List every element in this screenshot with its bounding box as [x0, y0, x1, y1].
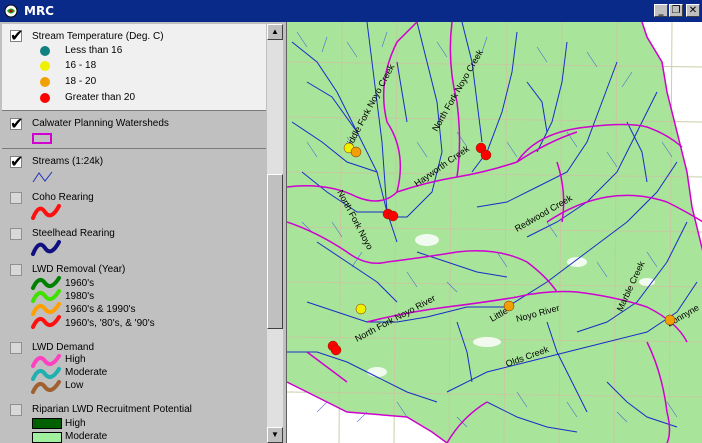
legend-class-label: Greater than 20 — [65, 92, 136, 103]
layer-name: Stream Temperature (Deg. C) — [32, 31, 164, 42]
layer-visibility-checkbox[interactable] — [10, 114, 23, 133]
legend-class-label: High — [65, 354, 86, 365]
layer-visibility-checkbox[interactable] — [10, 404, 22, 416]
legend-class-label: Moderate — [65, 367, 108, 378]
layer-visibility-checkbox[interactable] — [10, 26, 23, 45]
legend-class-label: Moderate — [65, 431, 108, 442]
layer-steelhead-rearing[interactable]: Steelhead Rearing — [2, 222, 266, 258]
table-of-contents-panel: Stream Temperature (Deg. C) Less than 16… — [2, 24, 266, 443]
scroll-up-button[interactable]: ▲ — [267, 24, 283, 40]
fill-symbol — [32, 418, 62, 429]
line-symbol — [32, 171, 53, 183]
legend-scrollbar[interactable]: ▲ ▼ — [267, 24, 283, 443]
layer-name: LWD Demand — [32, 342, 95, 353]
app-window: MRC _ ❐ ✕ Stream Temperature (Deg. C) Le… — [0, 0, 702, 443]
layer-stream-temperature[interactable]: Stream Temperature (Deg. C) Less than 16… — [2, 24, 266, 110]
temp-symbol-dot — [40, 61, 50, 71]
layer-name: LWD Removal (Year) — [32, 264, 126, 275]
temp-point[interactable] — [664, 314, 676, 326]
minimize-button[interactable]: _ — [654, 4, 668, 17]
line-symbol — [31, 204, 61, 220]
map-view[interactable]: Middle Fork Noyo Creek North Fork Noyo C… — [286, 22, 702, 443]
layer-name: Coho Rearing — [32, 192, 94, 203]
legend-class-label: 1960's, '80's, & '90's — [65, 318, 155, 329]
line-symbol — [31, 315, 61, 329]
divider — [2, 148, 266, 149]
layer-lwd-demand[interactable]: LWD Demand High Moderate Low — [2, 336, 266, 400]
legend-class-label: 1980's — [65, 291, 95, 302]
layer-visibility-checkbox[interactable] — [10, 342, 22, 354]
line-symbol — [31, 380, 61, 394]
map-app-icon — [4, 4, 18, 18]
legend-class-label: 18 - 20 — [65, 76, 97, 87]
close-button[interactable]: ✕ — [686, 4, 700, 17]
temp-point[interactable] — [355, 303, 367, 315]
scroll-thumb[interactable] — [267, 174, 283, 329]
layer-visibility-checkbox[interactable] — [10, 228, 22, 240]
layer-streams[interactable]: Streams (1:24k) — [2, 150, 266, 186]
layer-visibility-checkbox[interactable] — [10, 192, 22, 204]
legend-class-label: Less than 16 — [65, 45, 123, 56]
legend-class-label: Low — [65, 380, 84, 391]
temp-symbol-dot — [40, 93, 50, 103]
scroll-down-button[interactable]: ▼ — [267, 427, 283, 443]
fill-symbol — [32, 432, 62, 443]
layer-lwd-removal[interactable]: LWD Removal (Year) 1960's 1980's 1960's … — [2, 258, 266, 334]
temp-symbol-dot — [40, 77, 50, 87]
layer-name: Steelhead Rearing — [32, 228, 115, 239]
layer-visibility-checkbox[interactable] — [10, 264, 22, 276]
divider — [2, 110, 266, 111]
temp-point[interactable] — [480, 149, 492, 161]
legend-class-label: 1960's — [65, 278, 95, 289]
layer-coho-rearing[interactable]: Coho Rearing — [2, 186, 266, 222]
layer-watersheds[interactable]: Calwater Planning Watersheds — [2, 112, 266, 148]
line-symbol — [31, 240, 61, 256]
layer-name: Streams (1:24k) — [32, 156, 104, 167]
layer-name: Calwater Planning Watersheds — [32, 118, 169, 129]
temp-symbol-dot — [40, 46, 50, 56]
legend-class-label: High — [65, 418, 86, 429]
temp-point[interactable] — [503, 300, 515, 312]
layer-name: Riparian LWD Recruitment Potential — [32, 404, 192, 415]
layer-riparian-lwd[interactable]: Riparian LWD Recruitment Potential High … — [2, 400, 266, 443]
legend-class-label: 1960's & 1990's — [65, 304, 136, 315]
layer-visibility-checkbox[interactable] — [10, 152, 23, 171]
temp-point[interactable] — [387, 210, 399, 222]
legend-class-label: 16 - 18 — [65, 60, 97, 71]
watershed-area — [287, 22, 702, 443]
window-title: MRC — [24, 4, 54, 18]
polygon-symbol — [32, 133, 52, 144]
temp-point[interactable] — [350, 146, 362, 158]
title-bar: MRC _ ❐ ✕ — [0, 0, 702, 22]
temp-point[interactable] — [330, 344, 342, 356]
map-canvas[interactable]: Middle Fork Noyo Creek North Fork Noyo C… — [287, 22, 702, 443]
restore-button[interactable]: ❐ — [669, 4, 683, 17]
